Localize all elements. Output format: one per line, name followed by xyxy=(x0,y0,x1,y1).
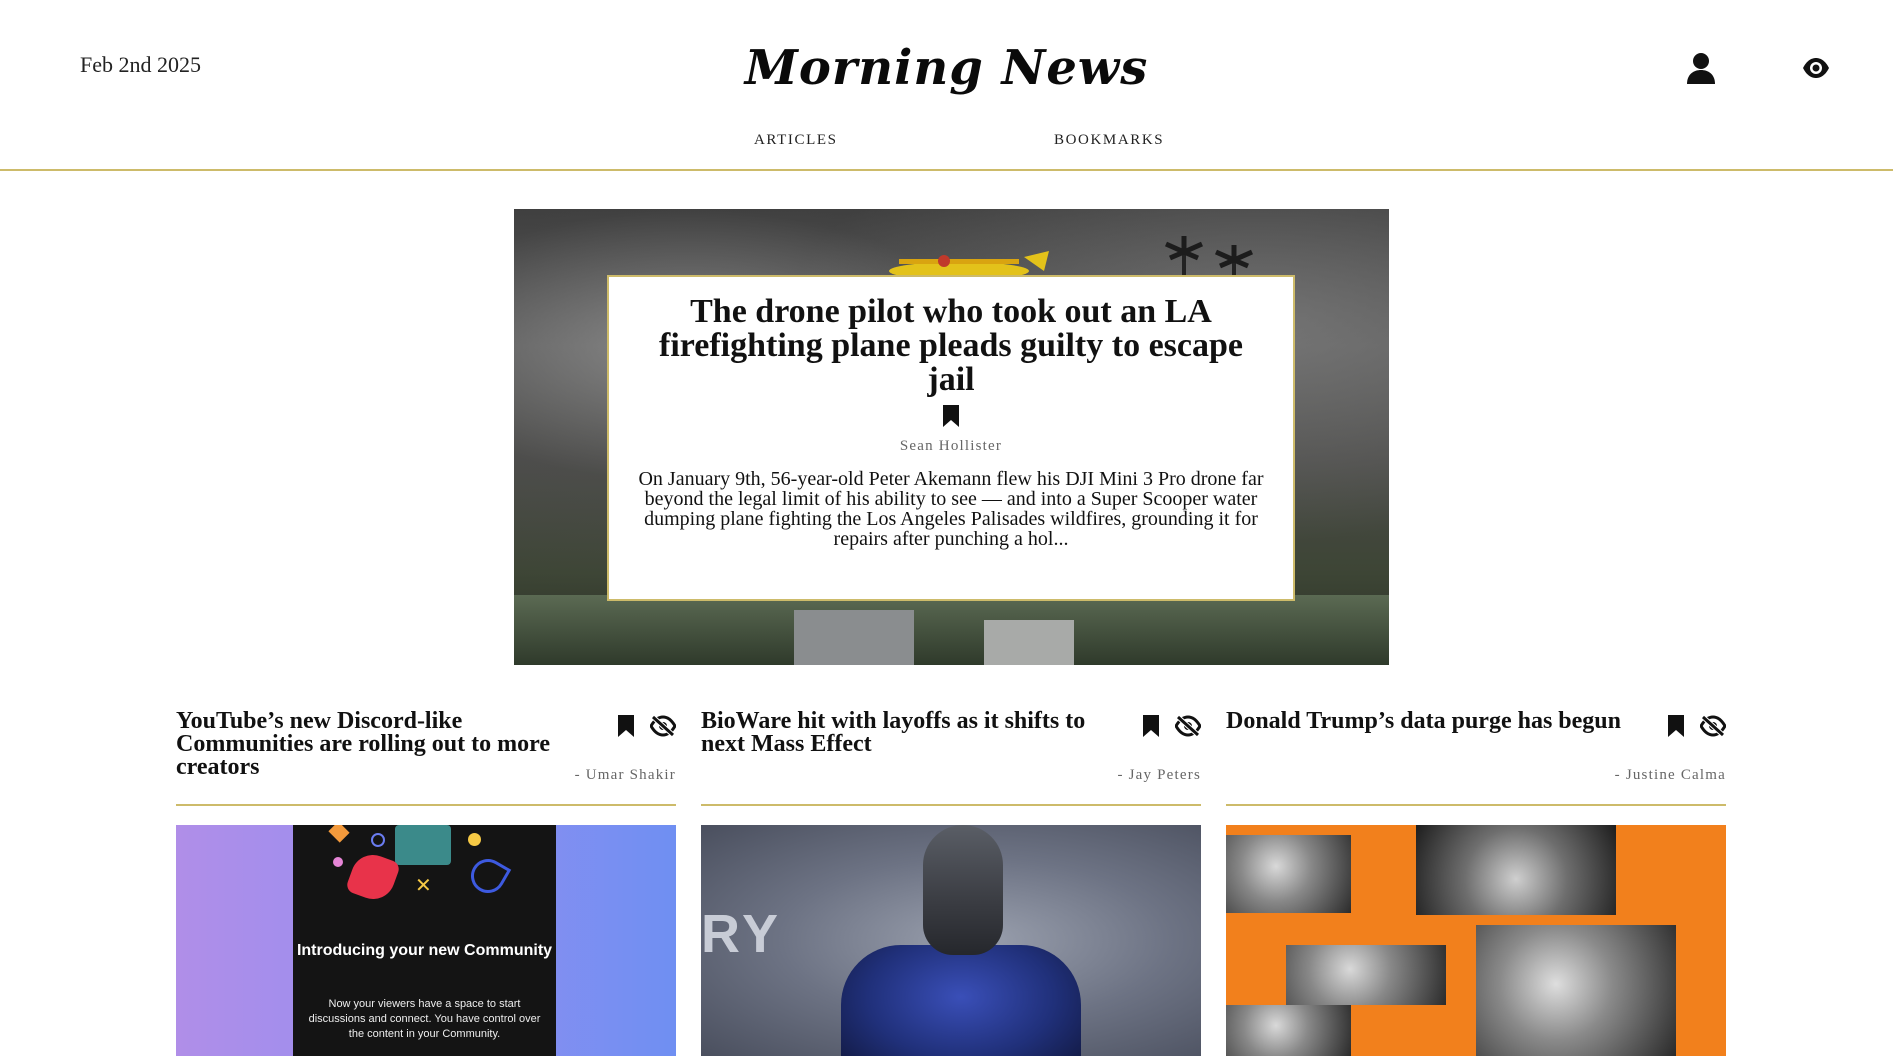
article-card: Donald Trump’s data purge has begun - Ju… xyxy=(1226,709,1726,1056)
eye-off-icon[interactable] xyxy=(1700,715,1726,737)
article-author: - Umar Shakir xyxy=(574,767,676,783)
hero-author: Sean Hollister xyxy=(899,438,1003,454)
decor-squiggle xyxy=(464,852,512,900)
hero-summary: On January 9th, 56-year-old Peter Akeman… xyxy=(638,468,1264,550)
bookmark-icon[interactable] xyxy=(1668,715,1684,737)
eye-icon[interactable] xyxy=(1802,56,1830,80)
armor-graphic xyxy=(841,945,1081,1056)
eye-off-icon[interactable] xyxy=(650,715,676,737)
site-header: Feb 2nd 2025 Morning News ARTICLES BOOKM… xyxy=(0,0,1893,171)
decor-shape xyxy=(371,833,385,847)
decor-shape xyxy=(328,825,350,843)
nav-bookmarks[interactable]: BOOKMARKS xyxy=(1054,132,1164,149)
image-heading: Introducing your new Community xyxy=(296,942,553,959)
hero-ground xyxy=(514,595,1389,665)
glitch-block xyxy=(1286,945,1446,1005)
eye-off-icon[interactable] xyxy=(1175,715,1201,737)
character-head xyxy=(923,825,1003,955)
bookmark-icon[interactable] xyxy=(618,715,634,737)
article-title[interactable]: Donald Trump’s data purge has begun xyxy=(1226,709,1646,733)
bookmark-icon[interactable] xyxy=(943,405,959,427)
hero-title[interactable]: The drone pilot who took out an LA firef… xyxy=(635,295,1267,397)
nav-articles[interactable]: ARTICLES xyxy=(754,132,838,149)
glitch-block xyxy=(1226,1005,1351,1056)
decor-shape xyxy=(468,833,481,846)
bookmark-icon[interactable] xyxy=(1143,715,1159,737)
hero-building xyxy=(794,610,914,665)
article-image[interactable]: RY xyxy=(701,825,1201,1056)
user-icon[interactable] xyxy=(1686,52,1716,84)
decor-x: ✕ xyxy=(415,873,432,897)
flower-shape xyxy=(344,848,402,906)
article-header: YouTube’s new Discord-like Communities a… xyxy=(176,709,676,806)
hero-building xyxy=(984,620,1074,665)
article-card: YouTube’s new Discord-like Communities a… xyxy=(176,709,676,1056)
image-body: Now your viewers have a space to start d… xyxy=(308,998,541,1040)
avatar-image xyxy=(395,825,451,865)
article-image[interactable] xyxy=(1226,825,1726,1056)
portrait-block xyxy=(1476,925,1676,1056)
image-wall-text: RY xyxy=(701,904,783,964)
article-title[interactable]: BioWare hit with layoffs as it shifts to… xyxy=(701,709,1121,756)
article-title[interactable]: YouTube’s new Discord-like Communities a… xyxy=(176,709,596,779)
glitch-block xyxy=(1226,835,1351,913)
hero-article-card[interactable]: The drone pilot who took out an LA firef… xyxy=(607,275,1295,601)
article-author: - Justine Calma xyxy=(1614,767,1726,783)
phone-screen: ✕ Introducing your new Community Now you… xyxy=(293,825,556,1056)
article-card: BioWare hit with layoffs as it shifts to… xyxy=(701,709,1201,1056)
portrait-block xyxy=(1416,825,1616,915)
article-header: Donald Trump’s data purge has begun - Ju… xyxy=(1226,709,1726,806)
article-author: - Jay Peters xyxy=(1117,767,1201,783)
site-logo[interactable]: Morning News xyxy=(0,40,1893,96)
article-header: BioWare hit with layoffs as it shifts to… xyxy=(701,709,1201,806)
article-image[interactable]: ✕ Introducing your new Community Now you… xyxy=(176,825,676,1056)
decor-shape xyxy=(333,857,343,867)
